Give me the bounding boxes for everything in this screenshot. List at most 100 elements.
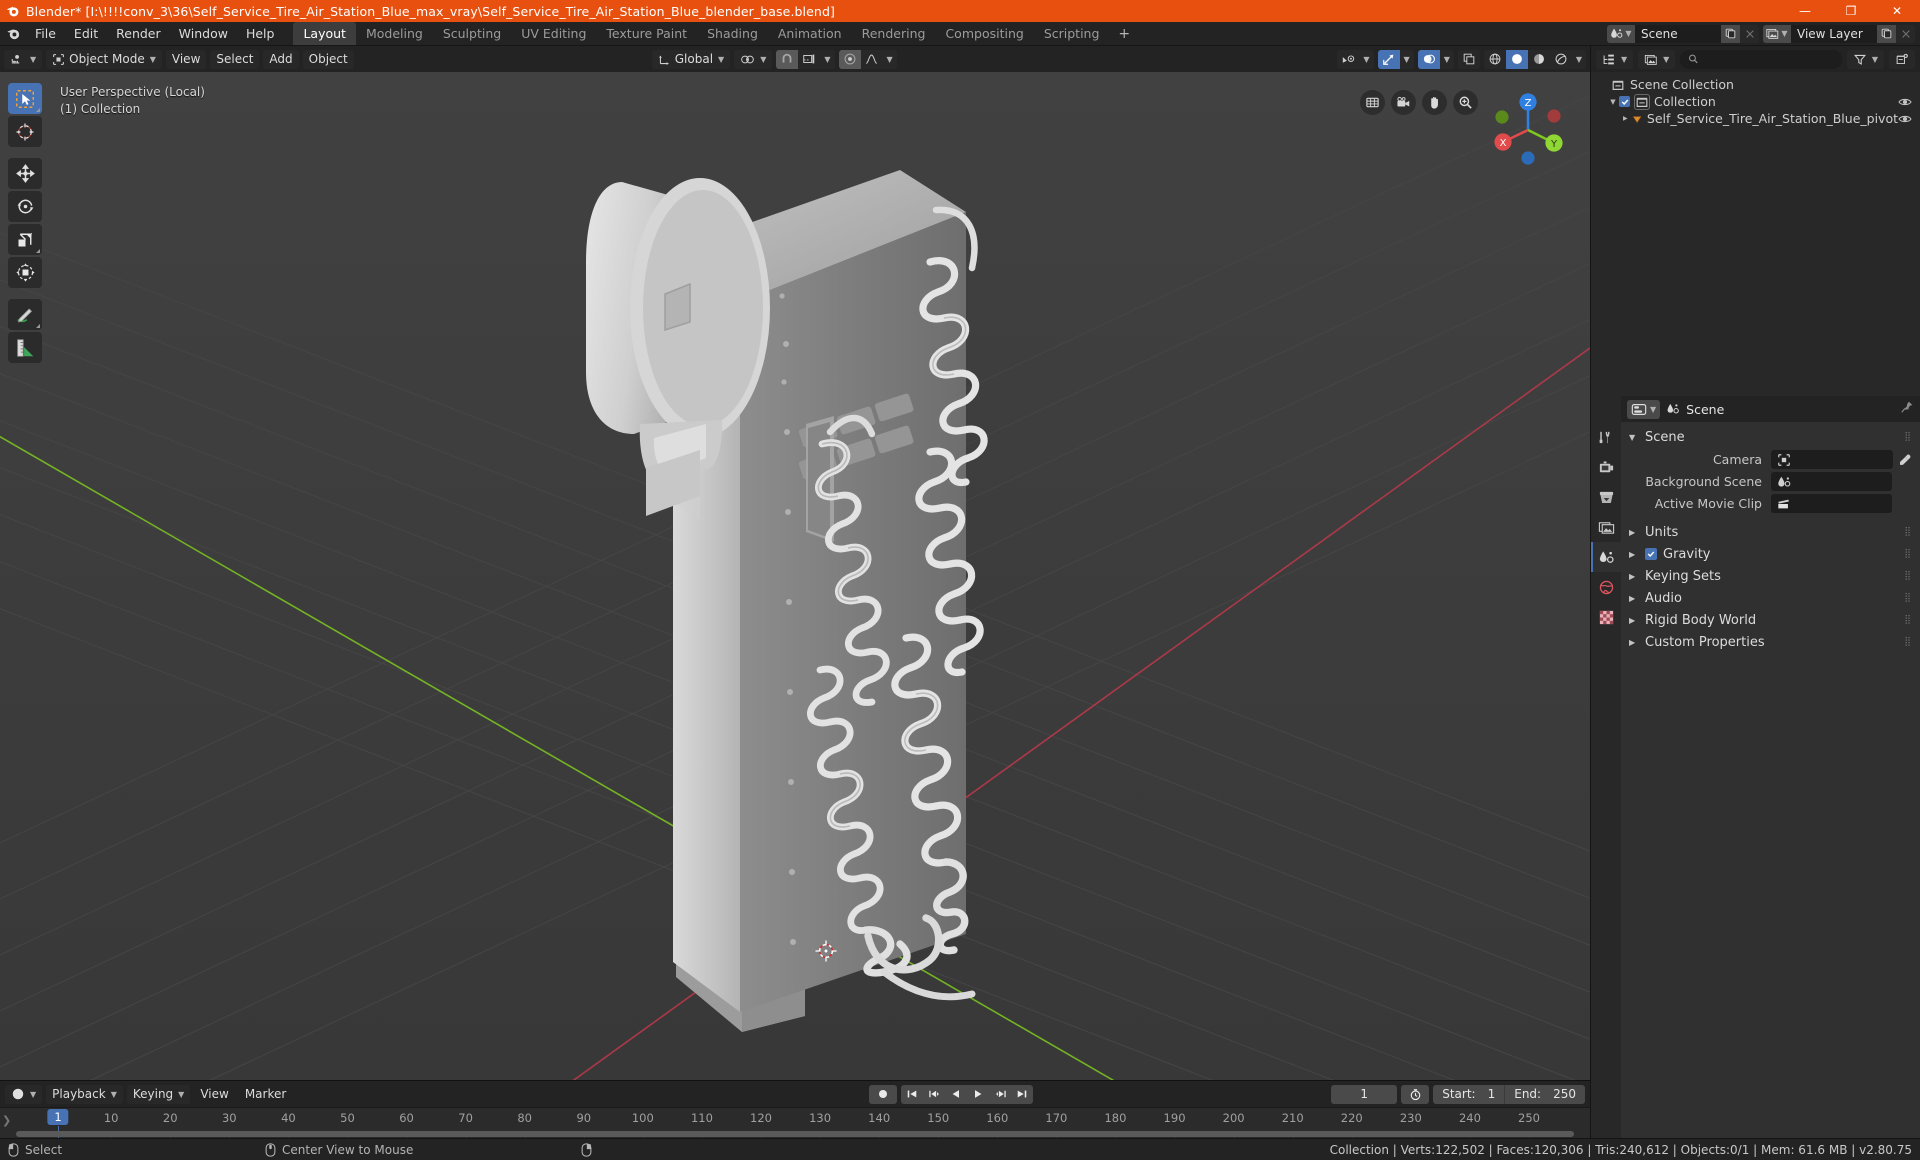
menu-window[interactable]: Window <box>170 22 237 45</box>
visibility-chevron-icon[interactable]: ▼ <box>1363 55 1369 64</box>
camera-field[interactable] <box>1771 450 1893 469</box>
editor-type-button[interactable]: ▼ <box>4 49 43 69</box>
timeline-menu-playback[interactable]: Playback ▼ <box>46 1084 123 1104</box>
world-properties-tab[interactable] <box>1591 572 1621 602</box>
timeline-ruler[interactable]: ❯ 10 20 30 40 50 60 70 80 90 100 110 120 130 140 150 16… <box>0 1107 1590 1138</box>
xray-toggle-icon[interactable] <box>1458 50 1480 69</box>
timeline-menu-view[interactable]: View <box>194 1085 234 1104</box>
gizmo-chevron-icon[interactable]: ▼ <box>1404 55 1410 64</box>
tab-texture-paint[interactable]: Texture Paint <box>596 22 697 45</box>
minimize-button[interactable]: — <box>1782 0 1828 22</box>
viewport-menu-object[interactable]: Object <box>302 49 354 69</box>
outliner-editor-type-button[interactable]: ▼ <box>1596 49 1634 69</box>
outliner-row-object[interactable]: ▶ Self_Service_Tire_Air_Station_Blue_piv… <box>1591 110 1920 127</box>
object-visibility-toggle[interactable] <box>1898 113 1912 125</box>
use-preview-range-button[interactable] <box>1401 1084 1430 1104</box>
view-layer-properties-tab[interactable] <box>1591 512 1621 542</box>
zoom-region-icon[interactable] <box>1360 90 1385 115</box>
texture-properties-tab[interactable] <box>1591 602 1621 632</box>
timeline-sidebar-toggle[interactable]: ❯ <box>2 1114 11 1127</box>
blender-menu-icon[interactable] <box>0 22 26 45</box>
tab-modeling[interactable]: Modeling <box>356 22 433 45</box>
scale-tool[interactable] <box>8 224 42 255</box>
outliner-search[interactable] <box>1680 49 1842 69</box>
tab-animation[interactable]: Animation <box>768 22 852 45</box>
timeline-menu-keying[interactable]: Keying ▼ <box>126 1084 191 1104</box>
playhead-indicator[interactable]: 1 <box>47 1109 69 1125</box>
move-tool[interactable] <box>8 158 42 189</box>
panel-audio[interactable]: ▶ Audio ⣿ <box>1621 587 1920 609</box>
shading-material-icon[interactable] <box>1528 50 1550 69</box>
tab-sculpting[interactable]: Sculpting <box>433 22 511 45</box>
collection-visibility-toggle[interactable] <box>1898 96 1912 108</box>
tool-expand-corner[interactable] <box>36 108 40 112</box>
play-button[interactable] <box>967 1085 989 1104</box>
jump-to-end-button[interactable] <box>1011 1085 1033 1104</box>
panel-rigid-body-world[interactable]: ▶ Rigid Body World ⣿ <box>1621 609 1920 631</box>
move-view-icon[interactable] <box>1422 90 1447 115</box>
object-mode-dropdown[interactable]: Object Mode ▼ <box>46 49 162 69</box>
properties-editor-type-button[interactable]: ▼ <box>1627 399 1661 419</box>
overlays-icon[interactable] <box>1417 49 1440 69</box>
view-layer-name[interactable]: View Layer <box>1791 24 1877 43</box>
outliner-filter-button[interactable]: ▼ <box>1846 49 1884 69</box>
new-collection-button[interactable] <box>1889 49 1915 69</box>
gravity-checkbox[interactable] <box>1645 548 1657 560</box>
background-scene-field[interactable] <box>1771 472 1892 491</box>
start-frame-field[interactable]: Start: 1 <box>1433 1084 1506 1104</box>
panel-keying-sets[interactable]: ▶ Keying Sets ⣿ <box>1621 565 1920 587</box>
overlays-chevron-icon[interactable]: ▼ <box>1444 55 1450 64</box>
panel-units[interactable]: ▶ Units ⣿ <box>1621 521 1920 543</box>
snap-chevron-icon[interactable]: ▼ <box>824 55 830 64</box>
viewport-menu-add[interactable]: Add <box>263 49 299 69</box>
tab-compositing[interactable]: Compositing <box>935 22 1033 45</box>
scene-datablock[interactable]: ▼ Scene <box>1607 24 1759 43</box>
tweak-select-box-tool[interactable] <box>8 83 42 114</box>
shading-chevron-icon[interactable]: ▼ <box>1576 55 1582 64</box>
active-movie-clip-field[interactable] <box>1771 494 1892 513</box>
end-frame-field[interactable]: End: 250 <box>1505 1085 1585 1104</box>
play-reverse-button[interactable] <box>945 1085 967 1104</box>
outliner-disclosure[interactable]: ▼ <box>1607 98 1619 106</box>
scene-name[interactable]: Scene <box>1635 24 1721 43</box>
object-visibility-icon[interactable] <box>1337 50 1359 69</box>
view-layer-datablock[interactable]: ▼ View Layer <box>1763 24 1915 43</box>
new-view-layer-button[interactable] <box>1877 24 1896 43</box>
panel-gravity[interactable]: ▶ Gravity ⣿ <box>1621 543 1920 565</box>
close-button[interactable]: ✕ <box>1874 0 1920 22</box>
menu-file[interactable]: File <box>26 22 65 45</box>
tool-expand-corner[interactable] <box>36 249 40 253</box>
tab-layout[interactable]: Layout <box>293 22 356 45</box>
next-keyframe-button[interactable] <box>989 1085 1011 1104</box>
viewport-3d[interactable]: User Perspective (Local) (1) Collection <box>0 72 1590 1080</box>
transform-orientation-dropdown[interactable]: Global ▼ <box>651 49 731 69</box>
viewport-menu-select[interactable]: Select <box>210 49 260 69</box>
gizmo-icon[interactable] <box>1377 49 1400 69</box>
tool-expand-corner[interactable] <box>36 324 40 328</box>
current-frame-field[interactable]: 1 <box>1331 1084 1398 1104</box>
viewport-menu-view[interactable]: View <box>165 49 207 69</box>
shading-rendered-icon[interactable] <box>1550 50 1572 69</box>
auto-keying-button[interactable] <box>869 1084 898 1104</box>
shading-solid-icon[interactable] <box>1505 49 1528 69</box>
outliner-display-mode-button[interactable]: ▼ <box>1638 49 1676 69</box>
new-scene-button[interactable] <box>1721 24 1740 43</box>
jump-to-start-button[interactable] <box>901 1085 923 1104</box>
snap-increment-icon[interactable] <box>798 50 820 69</box>
proportional-editing-icon[interactable] <box>838 49 861 69</box>
scene-properties-tab[interactable] <box>1591 542 1621 572</box>
add-workspace-button[interactable]: + <box>1109 22 1139 45</box>
previous-keyframe-button[interactable] <box>923 1085 945 1104</box>
cursor-tool[interactable] <box>8 116 42 147</box>
timeline-scroll-thumb[interactable] <box>16 1131 1574 1137</box>
tab-rendering[interactable]: Rendering <box>852 22 936 45</box>
menu-render[interactable]: Render <box>107 22 170 45</box>
panel-custom-properties[interactable]: ▶ Custom Properties ⣿ <box>1621 631 1920 653</box>
tab-uv-editing[interactable]: UV Editing <box>511 22 596 45</box>
outliner-disclosure[interactable]: ▶ <box>1621 115 1630 122</box>
tab-shading[interactable]: Shading <box>697 22 768 45</box>
panel-scene[interactable]: ▼ Scene ⣿ <box>1621 426 1920 448</box>
outliner-row-collection[interactable]: ▼ Collection <box>1591 93 1920 110</box>
navigation-gizmo[interactable]: Z Y X <box>1484 86 1572 174</box>
menu-help[interactable]: Help <box>237 22 284 45</box>
